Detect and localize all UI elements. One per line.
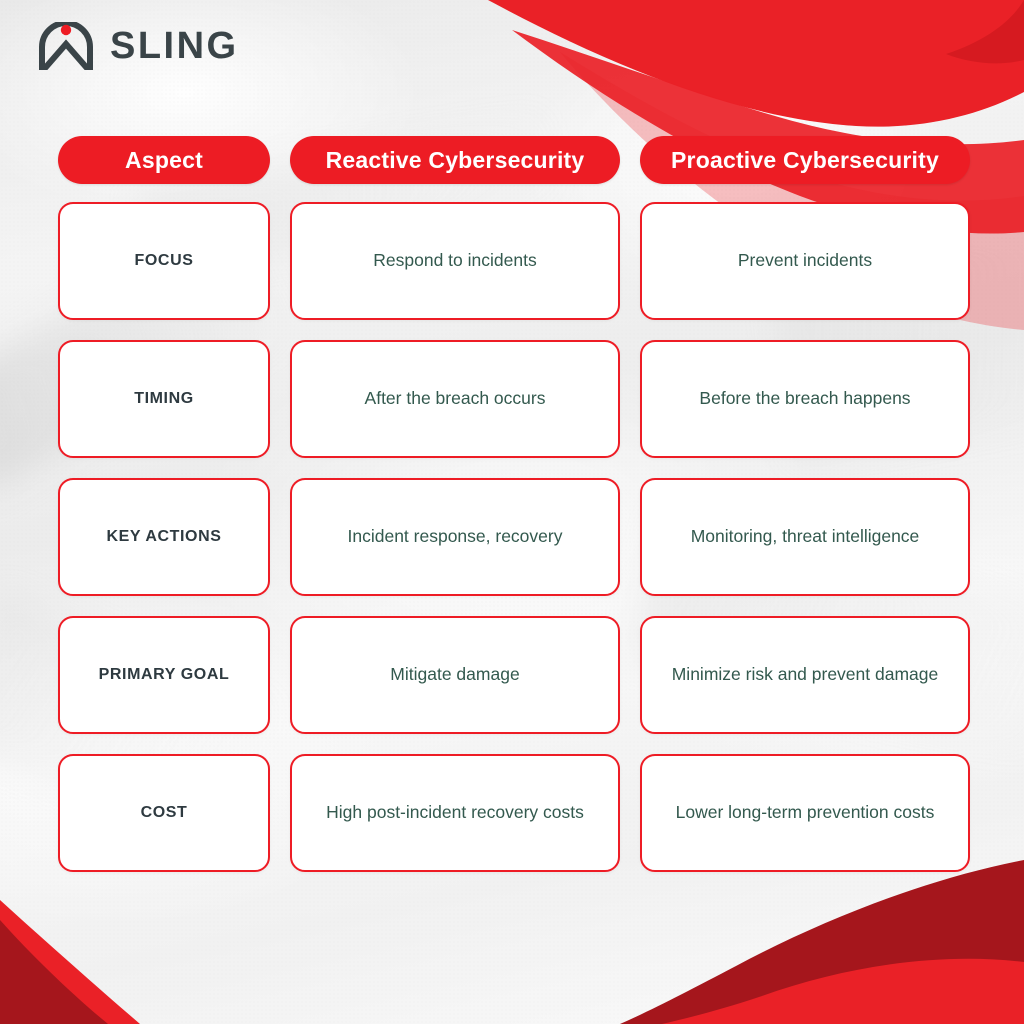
cell-aspect: PRIMARY GOAL xyxy=(58,616,270,734)
comparison-table: Aspect Reactive Cybersecurity Proactive … xyxy=(58,136,970,892)
column-header-reactive: Reactive Cybersecurity xyxy=(290,136,620,184)
brand-wordmark: SLING xyxy=(110,25,239,67)
cell-proactive: Lower long-term prevention costs xyxy=(640,754,970,872)
cell-reactive: After the breach occurs xyxy=(290,340,620,458)
logo-red-dot xyxy=(60,24,72,36)
table-row: TIMING After the breach occurs Before th… xyxy=(58,340,970,458)
brand-logo: SLING xyxy=(36,22,239,70)
table-header-row: Aspect Reactive Cybersecurity Proactive … xyxy=(58,136,970,184)
cell-aspect: COST xyxy=(58,754,270,872)
table-row: KEY ACTIONS Incident response, recovery … xyxy=(58,478,970,596)
table-row: PRIMARY GOAL Mitigate damage Minimize ri… xyxy=(58,616,970,734)
infographic-canvas: SLING Aspect Reactive Cybersecurity Proa… xyxy=(0,0,1024,1024)
cell-aspect: FOCUS xyxy=(58,202,270,320)
cell-aspect: TIMING xyxy=(58,340,270,458)
cell-proactive: Prevent incidents xyxy=(640,202,970,320)
cell-reactive: Respond to incidents xyxy=(290,202,620,320)
cell-proactive: Minimize risk and prevent damage xyxy=(640,616,970,734)
sling-arch-logo-icon xyxy=(39,22,93,70)
cell-reactive: Mitigate damage xyxy=(290,616,620,734)
column-header-proactive: Proactive Cybersecurity xyxy=(640,136,970,184)
cell-reactive: High post-incident recovery costs xyxy=(290,754,620,872)
table-row: FOCUS Respond to incidents Prevent incid… xyxy=(58,202,970,320)
cell-aspect: KEY ACTIONS xyxy=(58,478,270,596)
cell-reactive: Incident response, recovery xyxy=(290,478,620,596)
cell-proactive: Before the breach happens xyxy=(640,340,970,458)
cell-proactive: Monitoring, threat intelligence xyxy=(640,478,970,596)
table-row: COST High post-incident recovery costs L… xyxy=(58,754,970,872)
column-header-aspect: Aspect xyxy=(58,136,270,184)
